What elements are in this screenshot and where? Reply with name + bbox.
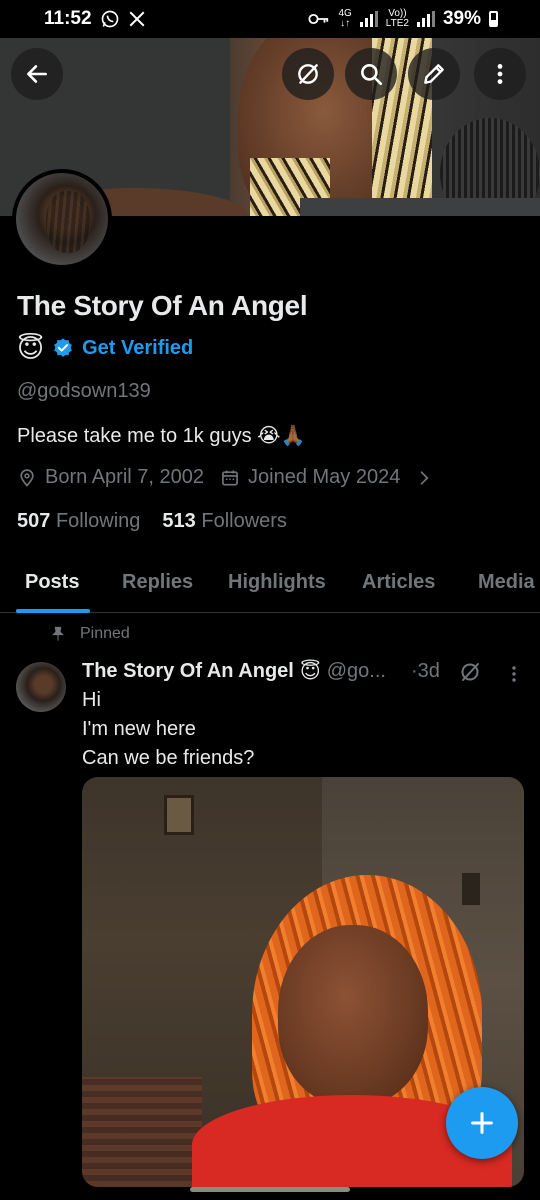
chevron-right-icon[interactable] [414, 468, 434, 488]
followers-label: Followers [201, 510, 287, 532]
calendar-icon [222, 470, 238, 485]
search-icon [361, 64, 383, 86]
post-text: Hi I'm new here Can we be friends? [82, 686, 254, 773]
tab-highlights[interactable]: Highlights [228, 571, 326, 594]
status-bar: 11:52 4G ↓↑ Vo)) LTE2 39% [0, 0, 540, 38]
post-more-icon[interactable] [505, 662, 523, 686]
profile-display-name: The Story Of An Angel [17, 290, 308, 321]
post-line: I'm new here [82, 718, 196, 740]
pin-icon [52, 626, 64, 641]
plus-icon [471, 1112, 493, 1134]
grok-icon[interactable] [458, 660, 482, 684]
network-4g: 4G ↓↑ [338, 8, 352, 29]
signal-icon-2 [416, 11, 435, 27]
search-button[interactable] [345, 48, 397, 100]
battery-percent: 39% [442, 8, 481, 29]
following-count: 507 [17, 510, 51, 532]
pinned-indicator: Pinned [50, 625, 130, 643]
network-volte: Vo)) LTE2 [385, 8, 409, 29]
key-icon [308, 13, 329, 25]
more-button[interactable] [474, 48, 526, 100]
followers-link[interactable]: 513 Followers [162, 510, 287, 533]
profile-handle: @godsown139 [17, 380, 151, 402]
tab-articles[interactable]: Articles [362, 571, 435, 594]
profile-bio: Please take me to 1k guys 😭🙏🏾 [17, 425, 306, 447]
profile-avatar[interactable] [12, 169, 112, 269]
post-author-name[interactable]: The Story Of An Angel [82, 660, 294, 683]
followers-count: 513 [162, 510, 196, 532]
tab-media[interactable]: Media [478, 571, 535, 594]
pencil-icon [424, 64, 444, 84]
post-line: Hi [82, 689, 101, 711]
post-author-handle: @go... [326, 660, 386, 682]
name-emoji: 😇 [17, 333, 45, 363]
post-author-emoji: 😇 [299, 661, 321, 683]
location-pin-icon [20, 468, 34, 487]
battery-icon [489, 11, 498, 27]
grok-button[interactable] [282, 48, 334, 100]
compose-post-button[interactable] [446, 1087, 518, 1159]
home-indicator[interactable] [190, 1187, 350, 1192]
post-timestamp: ·3d [411, 660, 440, 682]
signal-icon [359, 11, 378, 27]
grok-icon [298, 64, 318, 84]
joined-date: Joined May 2024 [248, 466, 401, 488]
following-link[interactable]: 507 Following [17, 510, 140, 533]
edit-button[interactable] [408, 48, 460, 100]
following-label: Following [55, 510, 141, 532]
arrow-left-icon [27, 65, 47, 83]
post-author-avatar[interactable] [16, 662, 66, 712]
post-header: The Story Of An Angel 😇 @go... [82, 659, 386, 684]
profile-meta: Born April 7, 2002 Joined May 2024 [17, 466, 434, 489]
more-vertical-icon [497, 64, 503, 84]
tab-replies[interactable]: Replies [122, 571, 193, 594]
verified-row: 😇 Get Verified [17, 333, 193, 363]
x-logo-icon [129, 11, 144, 27]
get-verified-link[interactable]: Get Verified [82, 337, 193, 360]
profile-tabs: Posts Replies Highlights Articles Media [0, 565, 540, 613]
follow-stats: 507 Following 513 Followers [17, 510, 287, 533]
whatsapp-icon [101, 10, 118, 28]
pinned-label: Pinned [80, 625, 130, 642]
verified-badge-icon[interactable] [52, 337, 74, 359]
back-button[interactable] [11, 48, 63, 100]
tab-posts[interactable]: Posts [25, 571, 79, 594]
active-tab-indicator [16, 609, 90, 613]
post-line: Can we be friends? [82, 747, 255, 769]
born-date: Born April 7, 2002 [45, 466, 204, 488]
status-time: 11:52 [44, 8, 92, 29]
